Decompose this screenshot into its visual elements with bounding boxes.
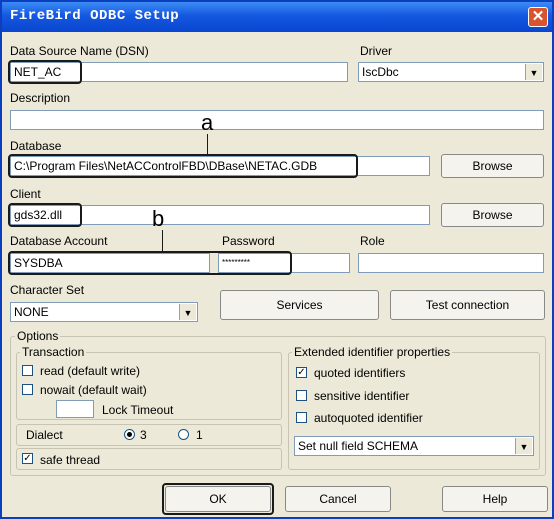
- chevron-down-icon[interactable]: ▼: [179, 304, 196, 320]
- callout-b-line: [162, 230, 163, 251]
- quoted-label: quoted identifiers: [314, 366, 406, 380]
- sensitive-checkbox[interactable]: [296, 390, 307, 401]
- role-input[interactable]: [358, 253, 544, 273]
- charset-value: NONE: [14, 305, 49, 319]
- test-connection-button[interactable]: Test connection: [390, 290, 545, 320]
- safe-thread-label: safe thread: [40, 453, 101, 467]
- help-button[interactable]: Help: [442, 486, 548, 512]
- null-schema-value: Set null field SCHEMA: [298, 439, 419, 453]
- database-label: Database: [10, 139, 62, 153]
- description-label: Description: [10, 91, 71, 105]
- charset-select[interactable]: NONE ▼: [10, 302, 198, 322]
- description-input[interactable]: [10, 110, 544, 130]
- autoquoted-label: autoquoted identifier: [314, 411, 423, 425]
- nowait-checkbox[interactable]: [22, 384, 33, 395]
- odbc-setup-window: FireBird ODBC Setup ✕ Data Source Name (…: [0, 0, 554, 519]
- dialect-3-radio[interactable]: [124, 429, 135, 440]
- close-icon[interactable]: ✕: [528, 7, 548, 27]
- client-annotation-box: [8, 203, 82, 227]
- lock-timeout-label: Lock Timeout: [102, 403, 174, 417]
- client-browse-button[interactable]: Browse: [441, 203, 544, 227]
- cancel-button[interactable]: Cancel: [285, 486, 391, 512]
- ok-annotation-box: [162, 483, 274, 515]
- dsn-label: Data Source Name (DSN): [10, 44, 149, 58]
- sensitive-label: sensitive identifier: [314, 389, 410, 403]
- driver-select[interactable]: IscDbc ▼: [358, 62, 544, 82]
- autoquoted-checkbox[interactable]: [296, 412, 307, 423]
- window-title: FireBird ODBC Setup: [10, 8, 180, 24]
- dialect-3-label: 3: [140, 428, 147, 442]
- account-label: Database Account: [10, 234, 108, 248]
- lock-timeout-input[interactable]: [56, 400, 94, 418]
- client-label: Client: [10, 187, 41, 201]
- driver-value: IscDbc: [362, 65, 399, 79]
- database-browse-button[interactable]: Browse: [441, 154, 544, 178]
- title-bar[interactable]: FireBird ODBC Setup ✕: [2, 2, 552, 32]
- transaction-label: Transaction: [20, 345, 87, 359]
- dialect-1-radio[interactable]: [178, 429, 189, 440]
- dsn-annotation-box: [8, 60, 82, 84]
- callout-a-line: [207, 134, 208, 154]
- chevron-down-icon[interactable]: ▼: [515, 438, 532, 454]
- charset-label: Character Set: [10, 283, 85, 297]
- safe-thread-checkbox[interactable]: ✓: [22, 453, 33, 464]
- nowait-label: nowait (default wait): [40, 383, 147, 397]
- dialect-label: Dialect: [26, 428, 63, 442]
- chevron-down-icon[interactable]: ▼: [525, 64, 542, 80]
- role-label: Role: [360, 234, 385, 248]
- database-annotation-box: [8, 154, 358, 178]
- driver-label: Driver: [360, 44, 392, 58]
- null-schema-select[interactable]: Set null field SCHEMA ▼: [294, 436, 534, 456]
- account-password-annotation-box: [8, 251, 292, 275]
- password-label: Password: [222, 234, 275, 248]
- dialect-1-label: 1: [196, 428, 203, 442]
- read-checkbox[interactable]: [22, 365, 33, 376]
- options-label: Options: [15, 329, 61, 343]
- services-button[interactable]: Services: [220, 290, 379, 320]
- callout-a-label: a: [201, 110, 214, 135]
- quoted-checkbox[interactable]: ✓: [296, 367, 307, 378]
- extended-label: Extended identifier properties: [292, 345, 453, 359]
- callout-b-label: b: [152, 206, 165, 231]
- read-label: read (default write): [40, 364, 141, 378]
